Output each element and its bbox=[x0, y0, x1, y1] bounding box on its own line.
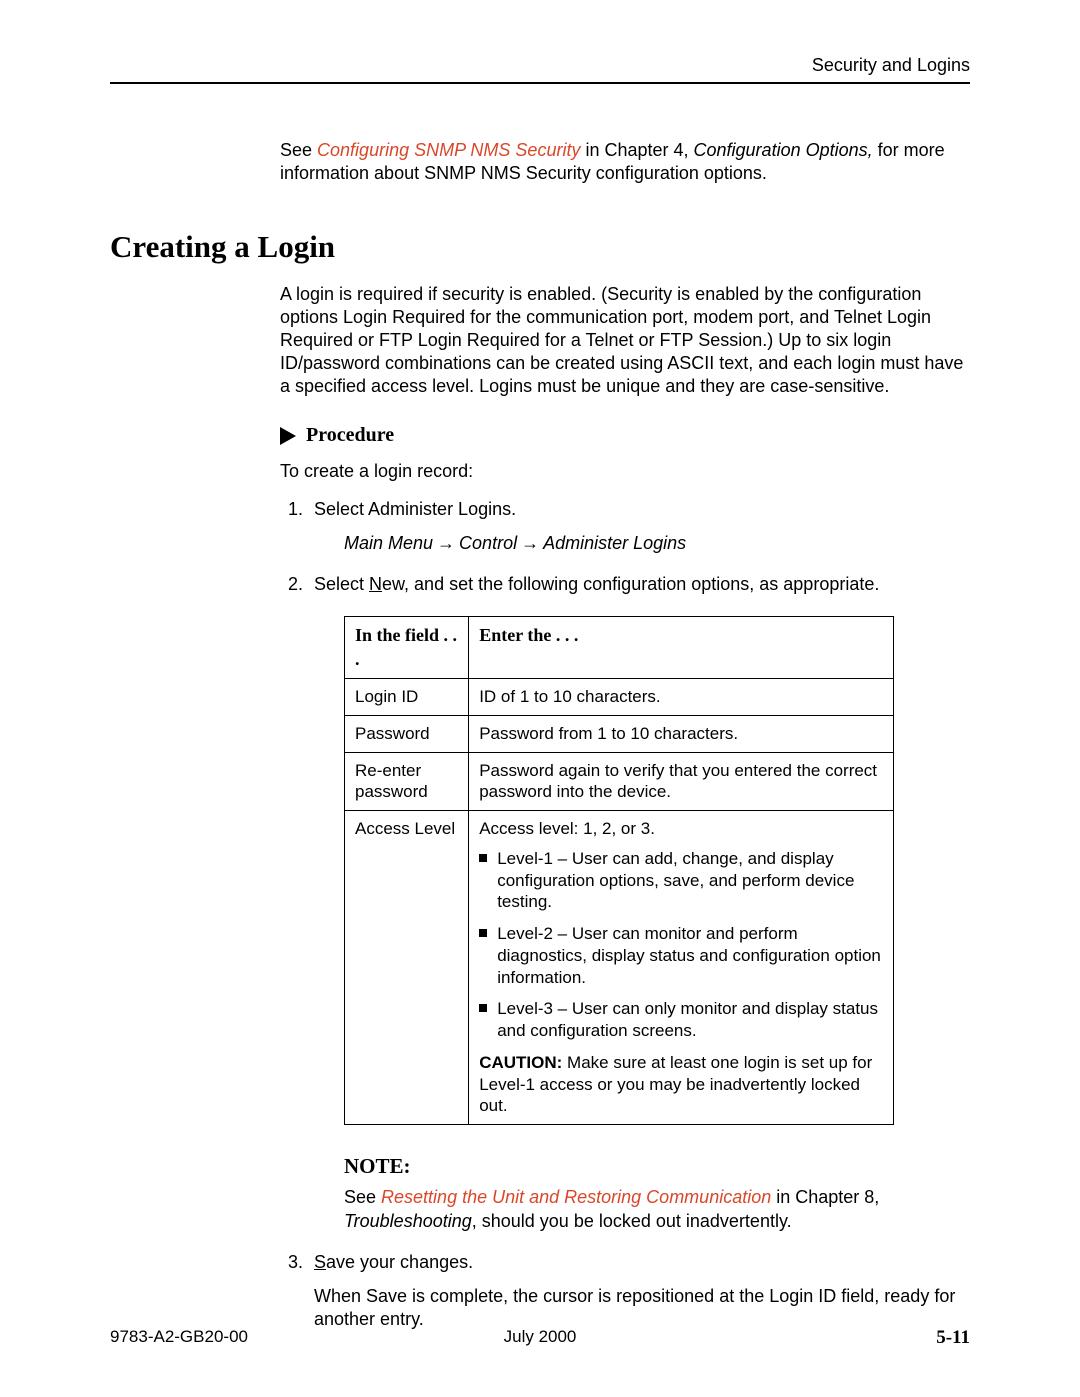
cell-field: Access Level bbox=[345, 811, 469, 1125]
step3-followup: When Save is complete, the cursor is rep… bbox=[314, 1285, 970, 1332]
intro-link[interactable]: Configuring SNMP NMS Security bbox=[317, 140, 580, 160]
cell-field: Login ID bbox=[345, 679, 469, 716]
table-header-enter: Enter the . . . bbox=[469, 617, 894, 679]
step2-pre: Select bbox=[314, 574, 369, 594]
caution-label: CAUTION: bbox=[479, 1053, 562, 1072]
step-1-text: Select Administer Logins. bbox=[314, 499, 516, 519]
table-row: Login ID ID of 1 to 10 characters. bbox=[345, 679, 894, 716]
step-2: Select New, and set the following config… bbox=[308, 573, 970, 1233]
table-row: Password Password from 1 to 10 character… bbox=[345, 715, 894, 752]
cell-value-access: Access level: 1, 2, or 3. Level-1 – User… bbox=[469, 811, 894, 1125]
intro-pre: See bbox=[280, 140, 317, 160]
cell-value: Password again to verify that you entere… bbox=[469, 752, 894, 811]
arrow-icon: → bbox=[433, 533, 459, 553]
note-mid: in Chapter 8, bbox=[771, 1187, 879, 1207]
note-heading: NOTE: bbox=[344, 1153, 970, 1180]
table-header-field: In the field . . . bbox=[345, 617, 469, 679]
cell-field: Password bbox=[345, 715, 469, 752]
step3-post: ave your changes. bbox=[326, 1252, 473, 1272]
note-link[interactable]: Resetting the Unit and Restoring Communi… bbox=[381, 1187, 771, 1207]
level-3: Level-3 – User can only monitor and disp… bbox=[479, 998, 883, 1042]
note-chapref: Troubleshooting bbox=[344, 1211, 472, 1231]
procedure-heading-row: Procedure bbox=[280, 424, 970, 447]
nav-path: Main Menu→Control→Administer Logins bbox=[344, 532, 970, 555]
table-row: Re-enter password Password again to veri… bbox=[345, 752, 894, 811]
step-1: Select Administer Logins. Main Menu→Cont… bbox=[308, 498, 970, 555]
step2-underline: N bbox=[369, 574, 382, 594]
note-pre: See bbox=[344, 1187, 381, 1207]
cell-value: ID of 1 to 10 characters. bbox=[469, 679, 894, 716]
cell-field: Re-enter password bbox=[345, 752, 469, 811]
section-body: A login is required if security is enabl… bbox=[280, 283, 970, 398]
footer-docnum: 9783-A2-GB20-00 bbox=[110, 1327, 248, 1347]
nav-c: Administer Logins bbox=[543, 533, 686, 553]
section-heading: Creating a Login bbox=[110, 229, 970, 265]
page-header-title: Security and Logins bbox=[110, 55, 970, 76]
procedure-intro: To create a login record: bbox=[280, 461, 970, 482]
access-lead: Access level: 1, 2, or 3. bbox=[479, 818, 883, 840]
step3-underline: S bbox=[314, 1252, 326, 1272]
caution: CAUTION: Make sure at least one login is… bbox=[479, 1052, 883, 1117]
arrow-icon: → bbox=[517, 533, 543, 553]
step2-post: ew, and set the following configuration … bbox=[382, 574, 879, 594]
intro-chapref: Configuration Options, bbox=[694, 140, 873, 160]
level-2: Level-2 – User can monitor and perform d… bbox=[479, 923, 883, 988]
cell-value: Password from 1 to 10 characters. bbox=[469, 715, 894, 752]
triangle-icon bbox=[280, 427, 296, 445]
nav-a: Main Menu bbox=[344, 533, 433, 553]
intro-paragraph: See Configuring SNMP NMS Security in Cha… bbox=[280, 139, 970, 184]
procedure-steps: Select Administer Logins. Main Menu→Cont… bbox=[280, 498, 970, 1331]
level-1: Level-1 – User can add, change, and disp… bbox=[479, 848, 883, 913]
procedure-label: Procedure bbox=[306, 424, 394, 447]
nav-b: Control bbox=[459, 533, 517, 553]
access-levels-list: Level-1 – User can add, change, and disp… bbox=[479, 848, 883, 1042]
config-options-table: In the field . . . Enter the . . . Login… bbox=[344, 616, 894, 1125]
footer-pagenum: 5-11 bbox=[936, 1327, 970, 1349]
note-block: NOTE: See Resetting the Unit and Restori… bbox=[344, 1153, 970, 1233]
header-rule bbox=[110, 82, 970, 84]
note-post: , should you be locked out inadvertently… bbox=[472, 1211, 792, 1231]
footer-date: July 2000 bbox=[504, 1327, 577, 1347]
note-body: See Resetting the Unit and Restoring Com… bbox=[344, 1186, 970, 1233]
step-3: Save your changes. When Save is complete… bbox=[308, 1251, 970, 1331]
intro-mid: in Chapter 4, bbox=[580, 140, 693, 160]
table-row-access: Access Level Access level: 1, 2, or 3. L… bbox=[345, 811, 894, 1125]
